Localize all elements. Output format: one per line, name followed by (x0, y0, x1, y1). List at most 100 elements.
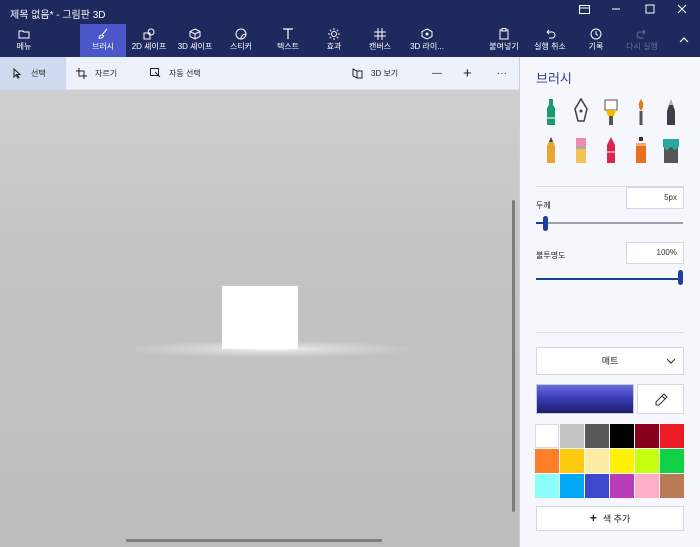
vertical-scrollbar[interactable] (512, 200, 515, 512)
2d-shapes-label: 2D 셰이프 (131, 42, 167, 51)
pencil-brush-icon[interactable] (540, 135, 562, 165)
tab-canvas[interactable]: 캔버스 (362, 24, 398, 57)
palette-swatch[interactable] (585, 474, 609, 498)
palette-swatch[interactable] (585, 449, 609, 473)
thickness-input[interactable]: 5px (626, 187, 684, 209)
marker-brush-icon[interactable] (540, 97, 562, 127)
3d-library-icon (406, 24, 448, 41)
undo-icon (530, 24, 570, 41)
zoom-in-icon: + (463, 65, 472, 82)
sticker-icon (222, 24, 260, 41)
spraycan-brush-icon[interactable] (630, 135, 652, 165)
magic-select-button[interactable]: 자동 선택 (150, 57, 201, 90)
palette-swatch[interactable] (635, 449, 659, 473)
thickness-slider-track[interactable] (536, 222, 683, 224)
collapse-toolbar-button[interactable] (674, 24, 694, 57)
canvas-grid-icon (362, 24, 398, 41)
magic-select-label: 자동 선택 (169, 69, 201, 78)
main-toolbar: 메뉴 브러시 2D 셰이프 3D 셰이프 스티커 텍스트 효과 캔버스 3D 라… (0, 24, 700, 57)
fill-brush-icon[interactable] (660, 135, 682, 165)
folder-icon (6, 24, 42, 41)
more-icon: ··· (497, 68, 507, 79)
zoom-out-button[interactable]: — (432, 57, 442, 90)
opacity-slider-thumb[interactable] (678, 270, 683, 285)
current-color-swatch[interactable] (536, 384, 634, 414)
eyedropper-button[interactable] (637, 384, 684, 414)
horizontal-scrollbar[interactable] (126, 539, 382, 542)
thickness-label: 두께 (536, 201, 551, 210)
opacity-label: 불투명도 (536, 251, 566, 260)
zoom-in-button[interactable]: + (463, 57, 472, 90)
tab-effects[interactable]: 효과 (318, 24, 350, 57)
window-title: 제목 없음* - 그림판 3D (10, 10, 106, 21)
undo-button[interactable]: 실행 취소 (530, 24, 570, 57)
crop-button[interactable]: 자르기 (76, 57, 117, 90)
2d-shapes-icon (128, 24, 170, 41)
3d-view-button[interactable]: 3D 보기 (352, 57, 398, 90)
palette-swatch[interactable] (535, 424, 559, 448)
3d-view-label: 3D 보기 (371, 69, 399, 78)
eyedropper-icon (655, 393, 668, 406)
palette-swatch[interactable] (610, 449, 634, 473)
palette-swatch[interactable] (660, 449, 684, 473)
cursor-icon (13, 68, 22, 80)
panel-title: 브러시 (536, 71, 572, 86)
material-selected: 매트 (601, 356, 619, 366)
watercolor-brush-icon[interactable] (630, 97, 652, 127)
stickers-label: 스티커 (229, 42, 253, 51)
close-button[interactable] (664, 0, 700, 24)
redo-button[interactable]: 다시 실행 (620, 24, 664, 57)
tab-brushes[interactable]: 브러시 (80, 24, 126, 57)
minimize-button[interactable] (598, 0, 634, 24)
tab-3d-library[interactable]: 3D 라이... (406, 24, 448, 57)
palette-swatch[interactable] (585, 424, 609, 448)
restore-view-icon[interactable] (566, 0, 602, 24)
history-button[interactable]: 기록 (582, 24, 610, 57)
palette-swatch[interactable] (560, 474, 584, 498)
drawing-canvas[interactable] (222, 286, 298, 349)
text-label: 텍스트 (276, 42, 300, 51)
pixel-pen-brush-icon[interactable] (660, 97, 682, 127)
chevron-down-icon (667, 358, 675, 364)
palette-swatch[interactable] (635, 424, 659, 448)
maximize-button[interactable] (632, 0, 668, 24)
tab-text[interactable]: 텍스트 (268, 24, 308, 57)
palette-swatch[interactable] (535, 474, 559, 498)
effects-label: 효과 (326, 42, 342, 51)
calligraphy-pen-brush-icon[interactable] (570, 97, 592, 127)
brushes-label: 브러시 (91, 42, 115, 51)
oil-brush-brush-icon[interactable] (600, 97, 622, 127)
menu-button[interactable]: 메뉴 (6, 24, 42, 57)
palette-swatch[interactable] (610, 424, 634, 448)
crayon-brush-icon[interactable] (600, 135, 622, 165)
opacity-input[interactable]: 100% (626, 242, 684, 264)
3d-cube-icon (174, 24, 216, 41)
select-label: 선택 (31, 69, 46, 78)
thickness-slider-thumb[interactable] (543, 216, 549, 231)
canvas-label: 캔버스 (368, 42, 392, 51)
palette-swatch[interactable] (560, 449, 584, 473)
palette-swatch[interactable] (660, 474, 684, 498)
brush-panel: 브러시 두께 5px 불투명도 100% 매트 + 색 추가 (519, 57, 700, 547)
material-dropdown[interactable]: 매트 (536, 347, 684, 375)
eraser-brush-icon[interactable] (570, 135, 592, 165)
tab-2d-shapes[interactable]: 2D 셰이프 (128, 24, 170, 57)
tab-3d-shapes[interactable]: 3D 셰이프 (174, 24, 216, 57)
canvas-toolbar: 선택 자르기 자동 선택 3D 보기 — + ··· (0, 57, 519, 90)
palette-swatch[interactable] (660, 424, 684, 448)
palette-swatch[interactable] (635, 474, 659, 498)
paste-label: 붙여넣기 (489, 42, 519, 51)
tab-stickers[interactable]: 스티커 (222, 24, 260, 57)
select-button[interactable]: 선택 (0, 57, 66, 90)
3d-library-label: 3D 라이... (410, 42, 444, 51)
palette-swatch[interactable] (610, 474, 634, 498)
crop-label: 자르기 (95, 69, 118, 78)
title-bar: 제목 없음* - 그림판 3D (0, 0, 700, 24)
add-color-button[interactable]: + 색 추가 (536, 506, 684, 531)
paste-button[interactable]: 붙여넣기 (486, 24, 522, 57)
palette-swatch[interactable] (535, 449, 559, 473)
brush-icon (80, 24, 126, 41)
more-options-button[interactable]: ··· (497, 57, 507, 90)
opacity-slider-fill (536, 278, 680, 280)
palette-swatch[interactable] (560, 424, 584, 448)
